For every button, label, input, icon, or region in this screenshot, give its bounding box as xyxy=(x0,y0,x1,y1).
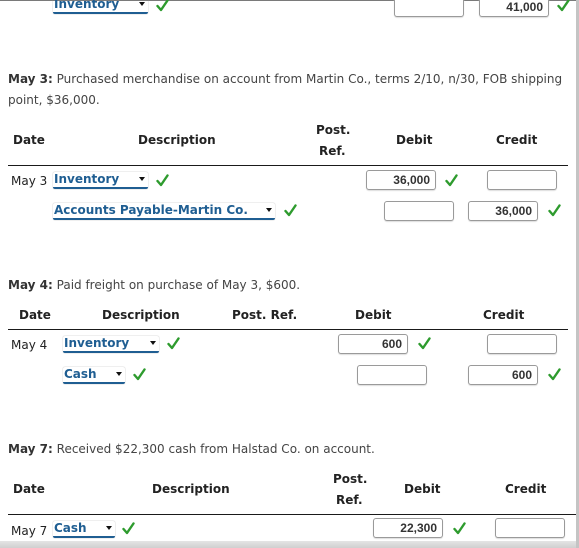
check-icon xyxy=(418,337,431,350)
account-select-prev-inventory[interactable]: Inventory xyxy=(53,0,148,14)
col-header-debit: Debit xyxy=(404,482,441,496)
col-header-credit: Credit xyxy=(496,133,538,147)
check-icon xyxy=(284,204,297,217)
col-header-debit: Debit xyxy=(396,133,433,147)
col-header-credit: Credit xyxy=(505,482,547,496)
chevron-down-icon xyxy=(106,526,112,530)
credit-input[interactable] xyxy=(468,201,538,221)
debit-input[interactable] xyxy=(384,201,454,221)
debit-input[interactable] xyxy=(338,334,408,354)
col-header-post-ref-line1: Post. xyxy=(333,472,368,486)
chevron-down-icon xyxy=(139,177,145,181)
chevron-down-icon xyxy=(139,2,145,6)
col-header-date: Date xyxy=(19,308,51,322)
check-icon xyxy=(122,522,135,535)
credit-input-prev[interactable] xyxy=(479,0,549,17)
chevron-down-icon xyxy=(150,341,156,345)
col-header-credit: Credit xyxy=(483,308,525,322)
may4-prompt: May 4: Paid freight on purchase of May 3… xyxy=(8,275,573,296)
account-select-cash[interactable]: Cash xyxy=(53,521,115,538)
entry-date: May 3 xyxy=(11,174,48,188)
prompt-date-label: May 7: xyxy=(8,442,53,456)
debit-input[interactable] xyxy=(366,170,436,190)
debit-input-prev[interactable] xyxy=(394,0,464,17)
prompt-text: Received $22,300 cash from Halstad Co. o… xyxy=(52,442,375,456)
account-select-inventory[interactable]: Inventory xyxy=(63,336,159,353)
credit-input[interactable] xyxy=(487,334,557,354)
account-select-text: Accounts Payable-Martin Co. xyxy=(54,203,248,217)
check-icon xyxy=(453,522,466,535)
check-icon xyxy=(133,368,146,381)
prompt-text: Paid freight on purchase of May 3, $600. xyxy=(52,278,301,292)
account-select-text: Inventory xyxy=(54,0,120,11)
account-select-accounts-payable[interactable]: Accounts Payable-Martin Co. xyxy=(53,203,275,220)
may3-prompt: May 3: Purchased merchandise on account … xyxy=(8,69,573,111)
debit-input[interactable] xyxy=(357,365,427,385)
col-header-description: Description xyxy=(138,133,216,147)
col-header-description: Description xyxy=(102,308,180,322)
header-rule xyxy=(8,514,578,515)
col-header-debit: Debit xyxy=(355,308,392,322)
credit-input[interactable] xyxy=(495,518,565,538)
check-icon xyxy=(167,337,180,350)
prompt-text: Purchased merchandise on account from Ma… xyxy=(8,72,563,107)
col-header-date: Date xyxy=(13,482,45,496)
chevron-down-icon xyxy=(266,208,272,212)
account-select-text: Inventory xyxy=(64,336,130,350)
debit-input[interactable] xyxy=(373,518,443,538)
entry-date: May 7 xyxy=(11,524,48,538)
col-header-post-ref-line2: Ref. xyxy=(319,144,346,158)
col-header-post-ref: Post. Ref. xyxy=(232,308,298,322)
check-icon xyxy=(156,0,169,12)
check-icon xyxy=(156,174,169,187)
check-icon xyxy=(445,174,458,187)
col-header-post-ref-line1: Post. xyxy=(316,123,351,137)
prompt-date-label: May 3: xyxy=(8,72,53,86)
col-header-description: Description xyxy=(152,482,230,496)
entry-date: May 4 xyxy=(11,338,48,352)
credit-input[interactable] xyxy=(487,170,557,190)
credit-input[interactable] xyxy=(468,365,538,385)
col-header-post-ref-line2: Ref. xyxy=(336,493,363,507)
check-icon xyxy=(557,0,570,12)
col-header-date: Date xyxy=(13,133,45,147)
account-select-cash[interactable]: Cash xyxy=(63,367,125,384)
account-select-text: Cash xyxy=(54,521,87,535)
account-select-text: Cash xyxy=(64,367,97,381)
account-select-text: Inventory xyxy=(54,172,120,186)
prompt-date-label: May 4: xyxy=(8,278,53,292)
header-rule xyxy=(8,329,568,330)
check-icon xyxy=(548,368,561,381)
chevron-down-icon xyxy=(116,372,122,376)
horizontal-scrollbar[interactable] xyxy=(0,541,576,548)
header-rule xyxy=(8,165,568,166)
check-icon xyxy=(548,204,561,217)
account-select-inventory[interactable]: Inventory xyxy=(53,172,148,189)
may7-prompt: May 7: Received $22,300 cash from Halsta… xyxy=(8,439,573,460)
